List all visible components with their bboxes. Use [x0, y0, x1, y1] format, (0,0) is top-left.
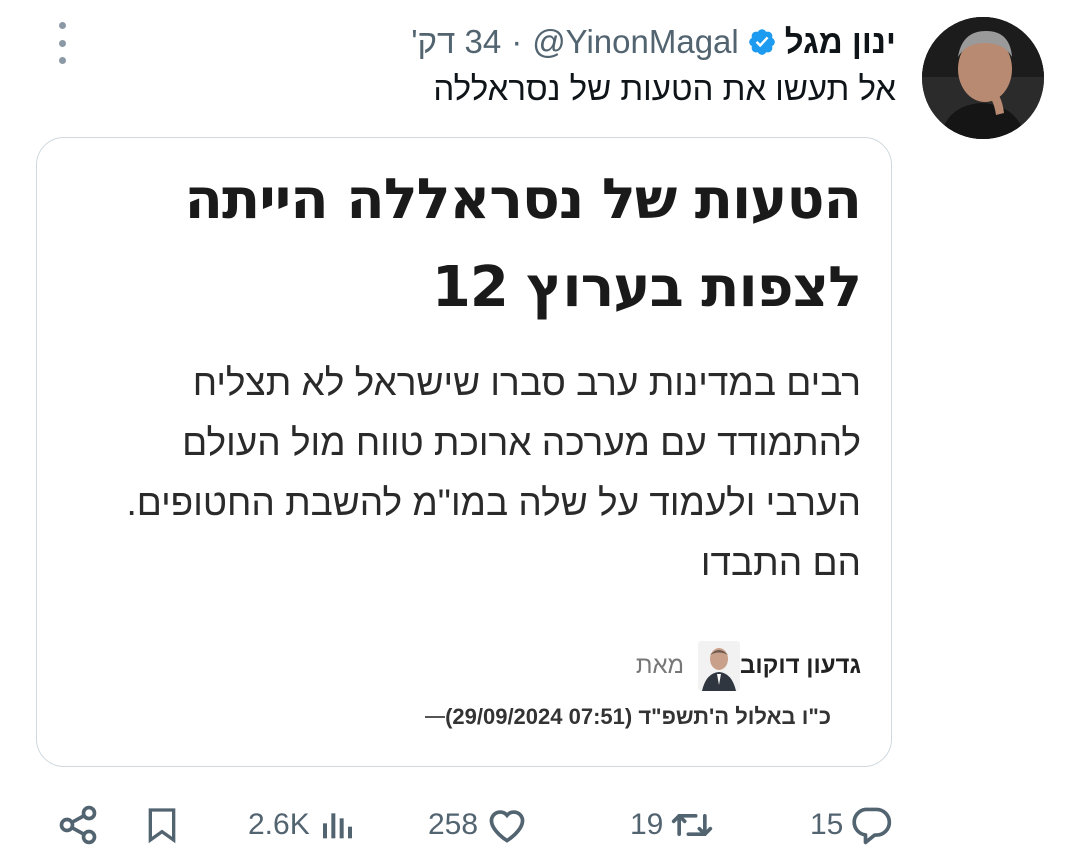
views-icon	[318, 803, 358, 847]
reply-icon	[847, 803, 895, 847]
retweet-button[interactable]: 19	[630, 790, 717, 860]
card-author: גדעון דוקוב	[740, 652, 861, 679]
tweet-actions: 2.6K 258 19 15	[0, 790, 1080, 860]
card-headline: הטעות של נסראללה הייתה לצפות בערוץ 12	[101, 156, 862, 332]
author-photo	[698, 641, 741, 691]
tweet-timestamp[interactable]: 34 דק'	[411, 23, 501, 61]
article-card[interactable]: הטעות של נסראללה הייתה לצפות בערוץ 12 רב…	[36, 137, 892, 767]
tweet-page: ינון מגל @YinonMagal · 34 דק' אל תעשו את…	[0, 0, 1080, 865]
share-button[interactable]	[56, 790, 100, 860]
verified-badge-icon[interactable]	[747, 27, 777, 57]
bookmark-button[interactable]	[142, 790, 182, 860]
views-button[interactable]: 2.6K	[248, 790, 358, 860]
retweets-count: 19	[630, 808, 664, 841]
card-headline-line1: הטעות של נסראללה הייתה	[184, 167, 862, 232]
likes-count: 258	[428, 808, 479, 841]
author-name[interactable]: ינון מגל	[785, 23, 896, 61]
dateline-dash	[425, 716, 446, 718]
tweet-header: ינון מגל @YinonMagal · 34 דק'	[411, 20, 896, 64]
share-icon	[56, 803, 100, 847]
retweet-icon	[667, 803, 717, 847]
views-count: 2.6K	[248, 808, 310, 841]
card-subtitle: רבים במדינות ערב סברו שישראל לא תצליח לה…	[126, 362, 861, 583]
like-button[interactable]: 258	[428, 790, 530, 860]
tweet-text: אל תעשו את הטעות של נסראללה	[433, 70, 896, 107]
replies-count: 15	[810, 808, 844, 841]
card-byline: מאת גדעון דוקוב	[618, 641, 861, 691]
card-headline-line2: לצפות בערוץ 12	[431, 255, 862, 320]
card-date: כ"ו באלול ה'תשפ"ד (07:51 29/09/2024)	[445, 704, 831, 729]
from-label: מאת	[635, 652, 685, 679]
more-options-icon[interactable]	[48, 22, 76, 64]
card-dateline: כ"ו באלול ה'תשפ"ד (07:51 29/09/2024)	[403, 704, 831, 730]
reply-button[interactable]: 15	[810, 790, 895, 860]
author-handle[interactable]: @YinonMagal	[532, 23, 739, 61]
avatar[interactable]	[922, 17, 1044, 139]
heart-icon	[484, 803, 530, 847]
bookmark-icon	[142, 803, 182, 847]
separator-dot: ·	[511, 23, 523, 60]
